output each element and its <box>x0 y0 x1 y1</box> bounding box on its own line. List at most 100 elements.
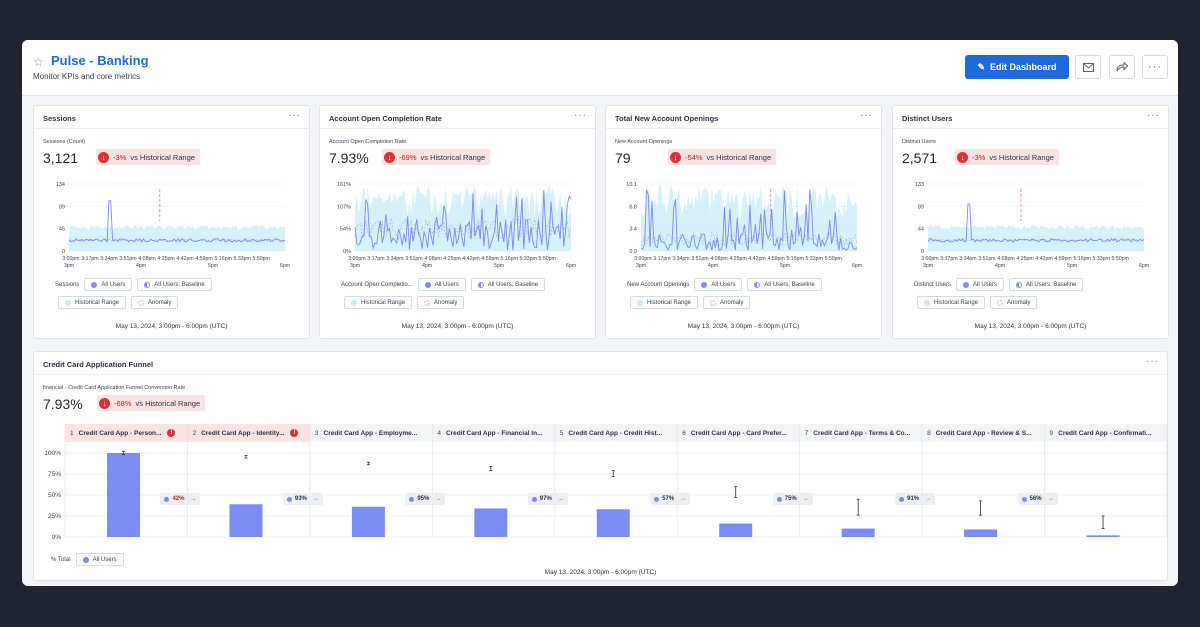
funnel-bar[interactable] <box>719 523 753 537</box>
legend-anomaly-chip[interactable]: Anomaly <box>990 296 1038 309</box>
y-tick-label: 44 <box>918 227 924 233</box>
legend-historical-label: Historical Range <box>934 299 979 306</box>
kpi-change-badge: ↓ -3% vs Historical Range <box>955 149 1059 165</box>
arrow-right-icon: → <box>802 496 809 502</box>
kpi-date-range: May 13, 2024, 3:00pm - 6:00pm (UTC) <box>401 323 514 330</box>
historical-dot-icon <box>924 299 930 306</box>
share-button[interactable] <box>1109 55 1135 79</box>
x-tick-label: 3:34pm <box>386 256 403 262</box>
y-tick-label: 133 <box>915 182 924 188</box>
legend-baseline-chip[interactable]: All Users; Baseline <box>137 278 212 291</box>
kpi-card-more-icon[interactable]: ··· <box>860 110 873 121</box>
y-tick-label: 0% <box>52 534 62 541</box>
step-label: Credit Card App - Confirmati... <box>1058 429 1152 437</box>
legend-anomaly-chip[interactable]: Anomaly <box>703 296 751 309</box>
kpi-card-more-icon[interactable]: ··· <box>574 110 587 121</box>
funnel-bar[interactable] <box>596 509 630 537</box>
kpi-metric-label: Sessions (Count) <box>43 139 86 145</box>
legend-baseline-chip[interactable]: All Users; Baseline <box>1009 278 1084 291</box>
funnel-step-header[interactable]: 8 Credit Card App - Review & S... <box>922 424 1044 442</box>
funnel-step-header[interactable]: 4 Credit Card App - Financial In... <box>432 424 554 442</box>
card-divider <box>893 128 1168 129</box>
funnel-step-header[interactable]: 9 Credit Card App - Confirmati... <box>1045 424 1167 442</box>
conversion-pct: 56% <box>1029 496 1042 502</box>
conversion-chip[interactable]: 56% → <box>1017 493 1058 505</box>
funnel-step-header[interactable]: 6 Credit Card App - Card Prefer... <box>677 424 799 442</box>
conversion-pct: 97% <box>539 496 552 502</box>
x-tick-label: 5:50pm <box>539 256 556 262</box>
conversion-chip[interactable]: 91% → <box>895 493 936 505</box>
edit-dashboard-button[interactable]: ✎ Edit Dashboard <box>965 55 1069 79</box>
legend-historical-chip[interactable]: Historical Range <box>344 296 413 309</box>
funnel-bar[interactable] <box>964 529 998 537</box>
legend-baseline-label: All Users; Baseline <box>154 281 205 288</box>
kpi-card-more-icon[interactable]: ··· <box>1147 110 1160 121</box>
baseline-dot-icon <box>754 281 761 288</box>
kpi-legend-row-2: Historical Range Anomaly <box>58 296 179 309</box>
legend-all-users-chip[interactable]: All Users <box>956 278 1005 291</box>
x-tick-label: 3:00pm <box>348 256 365 262</box>
kpi-legend-label: New Account Openings <box>627 281 690 288</box>
kpi-legend-row-2: Historical Range Anomaly <box>630 296 751 309</box>
funnel-step-header[interactable]: 2 Credit Card App - Identity...! <box>187 424 309 442</box>
legend-anomaly-chip[interactable]: Anomaly <box>417 296 465 309</box>
funnel-bar[interactable] <box>1086 535 1120 537</box>
anomaly-dot-icon <box>997 299 1004 306</box>
x-tick-label: 5:16pm <box>214 256 231 262</box>
legend-historical-chip[interactable]: Historical Range <box>917 296 986 309</box>
kpi-vs-label: vs Historical Range <box>706 152 772 162</box>
conversion-chip[interactable]: 93% → <box>282 493 323 505</box>
star-icon[interactable]: ☆ <box>33 55 44 69</box>
arrow-right-icon: → <box>557 496 564 502</box>
legend-baseline-chip[interactable]: All Users; Baseline <box>470 278 546 291</box>
legend-baseline-chip[interactable]: All Users; Baseline <box>747 278 822 291</box>
legend-all-users-chip[interactable]: All Users <box>84 278 133 291</box>
funnel-step-header[interactable]: 3 Credit Card App - Employme... <box>310 424 432 442</box>
kpi-date-range: May 13, 2024, 3:00pm - 6:00pm (UTC) <box>974 323 1087 330</box>
more-options-button[interactable]: ··· <box>1142 55 1168 79</box>
kpi-card-more-icon[interactable]: ··· <box>288 110 301 121</box>
conversion-chip[interactable]: 75% → <box>772 493 813 505</box>
mail-button[interactable] <box>1075 55 1101 79</box>
funnel-bar[interactable] <box>229 504 263 537</box>
legend-all-users-label: All Users <box>973 281 998 288</box>
conversion-chip[interactable]: 42% → <box>160 493 201 505</box>
legend-all-users-label: All Users <box>92 556 117 563</box>
historical-dot-icon <box>637 299 643 306</box>
legend-all-users-chip[interactable]: All Users <box>694 278 743 291</box>
funnel-step-header[interactable]: 1 Credit Card App - Person...! <box>65 424 187 442</box>
y-tick-label: 0% <box>343 249 351 255</box>
funnel-bar[interactable] <box>841 528 875 537</box>
legend-anomaly-label: Anomaly <box>148 299 172 306</box>
x-tick-label: 3:00pm <box>921 256 938 262</box>
funnel-bar[interactable] <box>351 506 385 537</box>
funnel-step-header[interactable]: 7 Credit Card App - Terms & Co... <box>800 424 922 442</box>
legend-anomaly-chip[interactable]: Anomaly <box>131 296 179 309</box>
edit-dashboard-label: Edit Dashboard <box>990 62 1057 72</box>
x-tick-label: 4pm <box>136 263 146 269</box>
x-tick-label: 5:50pm <box>253 256 270 262</box>
funnel-step-header[interactable]: 5 Credit Card App - Credit Hist... <box>555 424 677 442</box>
legend-historical-chip[interactable]: Historical Range <box>630 296 699 309</box>
legend-historical-chip[interactable]: Historical Range <box>58 296 127 309</box>
x-tick-label: 5:16pm <box>1073 256 1090 262</box>
step-label: Credit Card App - Financial In... <box>445 429 543 437</box>
anomaly-dot-icon <box>424 299 431 306</box>
legend-all-users-chip[interactable]: All Users <box>417 278 466 291</box>
kpi-change-pct: -3% <box>972 152 986 162</box>
conversion-chip[interactable]: 97% → <box>527 493 568 505</box>
kpi-card-title: Total New Account Openings <box>615 114 719 123</box>
funnel-bar[interactable] <box>474 508 508 537</box>
kpi-sparkline: 134894503:00pm 3:17pm 3:34pm 3:51pm 4:08pm 4:… <box>56 182 290 269</box>
conversion-chip[interactable]: 95% → <box>405 493 446 505</box>
conversion-chip[interactable]: 57% → <box>650 493 691 505</box>
step-label: Credit Card App - Person... <box>78 429 162 437</box>
y-tick-label: 107% <box>337 204 351 210</box>
x-tick-label: 3pm <box>64 263 74 269</box>
funnel-date-range: May 13, 2024, 3:00pm - 6:00pm (UTC) <box>544 569 657 576</box>
kpi-card: Sessions ··· Sessions (Count) 3,121 ↓ -3… <box>33 105 310 339</box>
legend-all-users-chip[interactable]: All Users <box>75 553 124 566</box>
funnel-bar[interactable] <box>107 453 140 537</box>
historical-dot-icon <box>351 299 357 306</box>
baseline-dot-icon <box>1016 281 1023 288</box>
